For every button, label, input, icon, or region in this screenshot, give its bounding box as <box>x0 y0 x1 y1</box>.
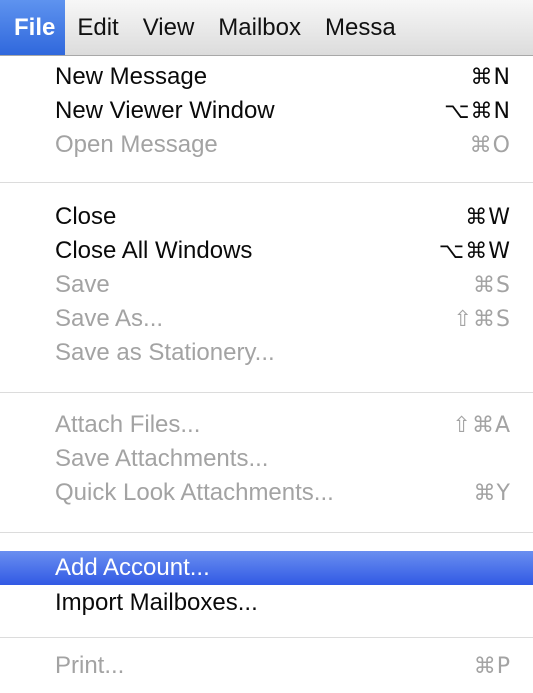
menu-item-label: New Viewer Window <box>55 97 275 124</box>
menu-item-new-message[interactable]: New Message ⌘N <box>0 60 533 94</box>
menu-item-label: Print... <box>55 652 125 679</box>
menu-item-shortcut: ⌘O <box>469 132 511 158</box>
menu-separator <box>0 637 533 638</box>
menu-item-import-mailboxes[interactable]: Import Mailboxes... <box>0 586 533 620</box>
menu-separator <box>0 182 533 183</box>
menu-edit[interactable]: Edit <box>65 0 130 55</box>
menu-item-label: Close All Windows <box>55 237 253 264</box>
menu-item-label: Close <box>55 203 117 230</box>
menu-file[interactable]: File <box>0 0 66 55</box>
menu-item-shortcut: ⌘Y <box>473 480 511 506</box>
menu-item-new-viewer-window[interactable]: New Viewer Window ⌥⌘N <box>0 94 533 128</box>
menu-bar: File Edit View Mailbox Messa <box>0 0 533 56</box>
menu-item-shortcut: ⌘S <box>473 272 511 298</box>
menu-item-shortcut: ⌘W <box>465 204 511 230</box>
menu-item-save: Save ⌘S <box>0 268 533 302</box>
menu-item-label: Import Mailboxes... <box>55 589 258 616</box>
menu-item-quick-look-attachments: Quick Look Attachments... ⌘Y <box>0 476 533 510</box>
menu-item-label: New Message <box>55 63 208 90</box>
menu-item-label: Attach Files... <box>55 411 201 438</box>
menu-item-shortcut: ⌥⌘N <box>444 98 511 124</box>
menu-item-shortcut: ⌘P <box>473 653 511 679</box>
menu-item-add-account[interactable]: Add Account... <box>0 551 533 585</box>
menu-item-print: Print... ⌘P <box>0 649 533 683</box>
menu-separator <box>0 532 533 533</box>
menu-item-attach-files: Attach Files... ⇧⌘A <box>0 408 533 442</box>
menu-separator <box>0 392 533 393</box>
menu-item-shortcut: ⇧⌘A <box>452 412 511 438</box>
menu-item-label: Save Attachments... <box>55 445 269 472</box>
menu-item-shortcut: ⌥⌘W <box>438 238 511 264</box>
menu-item-label: Save As... <box>55 305 164 332</box>
menu-item-save-as: Save As... ⇧⌘S <box>0 302 533 336</box>
menu-item-shortcut: ⇧⌘S <box>453 306 511 332</box>
menu-item-label: Quick Look Attachments... <box>55 479 334 506</box>
file-menu-dropdown: New Message ⌘N New Viewer Window ⌥⌘N Ope… <box>0 56 533 693</box>
menu-item-save-as-stationery: Save as Stationery... <box>0 336 533 370</box>
menu-item-open-message: Open Message ⌘O <box>0 128 533 162</box>
menu-item-label: Add Account... <box>55 554 210 581</box>
menu-item-close-all-windows[interactable]: Close All Windows ⌥⌘W <box>0 234 533 268</box>
menu-message[interactable]: Messa <box>313 0 408 55</box>
menu-item-label: Save <box>55 271 110 298</box>
menu-item-label: Open Message <box>55 131 218 158</box>
menu-item-close[interactable]: Close ⌘W <box>0 200 533 234</box>
menu-item-save-attachments: Save Attachments... <box>0 442 533 476</box>
menu-mailbox[interactable]: Mailbox <box>206 0 313 55</box>
menu-view[interactable]: View <box>131 0 207 55</box>
menu-item-shortcut: ⌘N <box>470 64 511 90</box>
menu-item-label: Save as Stationery... <box>55 339 275 366</box>
